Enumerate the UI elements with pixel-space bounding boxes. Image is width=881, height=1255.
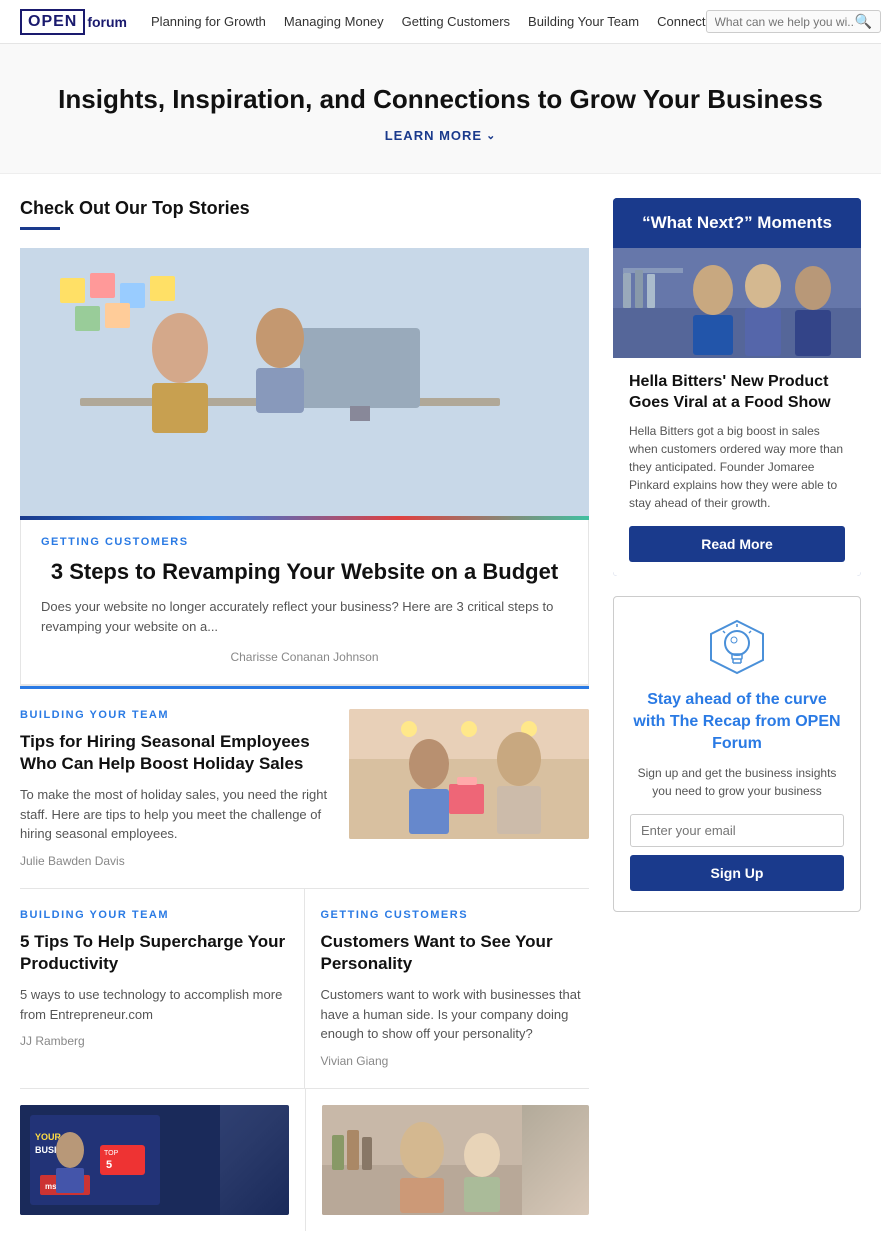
read-more-button[interactable]: Read More: [629, 526, 845, 562]
personality-title[interactable]: Customers Want to See Your Personality: [321, 931, 590, 975]
featured-image-placeholder: [20, 248, 589, 520]
sidebar-featured-body: Hella Bitters' New Product Goes Viral at…: [613, 358, 861, 576]
seasonal-image: [349, 709, 589, 839]
seasonal-category: BUILDING YOUR TEAM: [20, 709, 333, 721]
seasonal-title[interactable]: Tips for Hiring Seasonal Employees Who C…: [20, 731, 333, 775]
featured-image-wrapper: [20, 248, 589, 520]
grid-item-personality: GETTING CUSTOMERS Customers Want to See …: [305, 889, 590, 1088]
search-icon[interactable]: 🔍: [855, 13, 872, 30]
productivity-excerpt: 5 ways to use technology to accomplish m…: [20, 985, 288, 1024]
productivity-author: JJ Ramberg: [20, 1034, 288, 1048]
learn-more-link[interactable]: LEARN MORE ⌄: [385, 128, 497, 143]
productivity-category: BUILDING YOUR TEAM: [20, 909, 288, 921]
grid-item-productivity: BUILDING YOUR TEAM 5 Tips To Help Superc…: [20, 889, 305, 1088]
bulb-icon: [707, 617, 767, 677]
navbar: OPEN forum Planning for Growth Managing …: [0, 0, 881, 44]
chevron-down-icon: ⌄: [486, 129, 496, 142]
featured-title[interactable]: 3 Steps to Revamping Your Website on a B…: [41, 558, 568, 587]
sidebar-what-next-title: “What Next?” Moments: [629, 212, 845, 234]
nav-links: Planning for Growth Managing Money Getti…: [151, 14, 706, 29]
newsletter-widget: Stay ahead of the curve with The Recap f…: [613, 596, 861, 912]
nav-link-getting[interactable]: Getting Customers: [402, 14, 510, 29]
newsletter-text: Sign up and get the business insights yo…: [630, 764, 844, 800]
hero-section: Insights, Inspiration, and Connections t…: [0, 44, 881, 174]
personality-author: Vivian Giang: [321, 1054, 590, 1068]
bottom-article-tv: msnbc YOUR BUSINESS TOP 5: [20, 1089, 305, 1231]
sidebar-article-text: Hella Bitters got a big boost in sales w…: [629, 422, 845, 512]
personality-excerpt: Customers want to work with businesses t…: [321, 985, 590, 1044]
featured-category: GETTING CUSTOMERS: [41, 536, 568, 548]
bottom-article-cafe: [305, 1089, 590, 1231]
newsletter-title: Stay ahead of the curve with The Recap f…: [630, 689, 844, 756]
sidebar-featured-image: [613, 248, 861, 358]
featured-image: [20, 248, 589, 520]
seasonal-image-placeholder: [349, 709, 589, 839]
search-bar[interactable]: 🔍: [706, 10, 881, 33]
heading-underline: [20, 227, 60, 230]
email-input[interactable]: [630, 814, 844, 847]
logo[interactable]: OPEN forum: [20, 9, 127, 35]
seasonal-excerpt: To make the most of holiday sales, you n…: [20, 785, 333, 844]
sidebar-image-placeholder: [613, 248, 861, 358]
color-bar: [20, 516, 589, 520]
sidebar-article-title: Hella Bitters' New Product Goes Viral at…: [629, 372, 845, 414]
nav-link-planning[interactable]: Planning for Growth: [151, 14, 266, 29]
seasonal-author: Julie Bawden Davis: [20, 854, 333, 868]
newsletter-signup-button[interactable]: Sign Up: [630, 855, 844, 891]
tv-image-placeholder: msnbc YOUR BUSINESS TOP 5: [20, 1105, 289, 1215]
featured-author: Charisse Conanan Johnson: [41, 650, 568, 664]
tv-thumb: msnbc YOUR BUSINESS TOP 5: [20, 1105, 289, 1215]
seasonal-article: BUILDING YOUR TEAM Tips for Hiring Seaso…: [20, 686, 589, 889]
sidebar-featured-card: “What Next?” Moments: [613, 198, 861, 576]
svg-text:5: 5: [106, 1159, 112, 1171]
left-column: Check Out Our Top Stories: [20, 198, 589, 1231]
personality-category: GETTING CUSTOMERS: [321, 909, 590, 921]
seasonal-article-content: BUILDING YOUR TEAM Tips for Hiring Seaso…: [20, 709, 349, 868]
sidebar-featured-header: “What Next?” Moments: [613, 198, 861, 248]
svg-text:YOUR: YOUR: [35, 1132, 62, 1142]
nav-link-connect[interactable]: Connect: [657, 14, 705, 29]
article-grid: BUILDING YOUR TEAM 5 Tips To Help Superc…: [20, 889, 589, 1089]
main-container: Check Out Our Top Stories: [0, 174, 881, 1255]
productivity-title[interactable]: 5 Tips To Help Supercharge Your Producti…: [20, 931, 288, 975]
top-stories-heading: Check Out Our Top Stories: [20, 198, 589, 219]
search-input[interactable]: [715, 15, 855, 29]
cafe-thumb: [322, 1105, 590, 1215]
bulb-icon-container: [630, 617, 844, 677]
bottom-article-grid: msnbc YOUR BUSINESS TOP 5: [20, 1089, 589, 1231]
logo-forum-text: forum: [87, 14, 127, 30]
hero-title: Insights, Inspiration, and Connections t…: [20, 84, 861, 115]
nav-link-managing[interactable]: Managing Money: [284, 14, 384, 29]
right-sidebar: “What Next?” Moments: [613, 198, 861, 1231]
nav-link-building[interactable]: Building Your Team: [528, 14, 639, 29]
logo-open-text: OPEN: [28, 13, 77, 30]
featured-article-content: GETTING CUSTOMERS 3 Steps to Revamping Y…: [20, 520, 589, 685]
featured-article: GETTING CUSTOMERS 3 Steps to Revamping Y…: [20, 248, 589, 686]
cafe-image-placeholder: [322, 1105, 590, 1215]
featured-excerpt: Does your website no longer accurately r…: [41, 597, 568, 639]
svg-text:TOP: TOP: [104, 1150, 119, 1157]
